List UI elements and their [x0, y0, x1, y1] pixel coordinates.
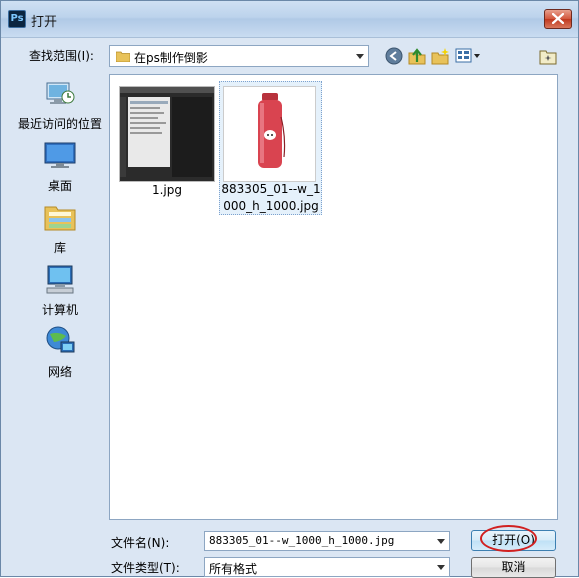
window-title: 打开 — [31, 15, 58, 30]
filetype-label: 文件类型(T): — [111, 561, 180, 575]
place-libraries[interactable]: 库 — [15, 201, 105, 256]
look-in-value: 在ps制作倒影 — [134, 51, 208, 65]
up-folder-icon[interactable] — [408, 47, 426, 65]
filetype-select[interactable]: 所有格式 — [204, 557, 450, 577]
desktop-icon — [44, 142, 76, 168]
cancel-button[interactable]: 取消 — [471, 557, 556, 578]
highlight-annotation — [480, 525, 537, 552]
chevron-down-icon[interactable] — [437, 565, 445, 570]
place-recent[interactable]: 最近访问的位置 — [15, 77, 105, 132]
open-dialog: Ps 打开 查找范围(I): 在ps制作倒影 最近访问的位置 桌面 库 计算机 … — [0, 0, 579, 578]
close-icon — [552, 13, 564, 24]
place-desktop[interactable]: 桌面 — [15, 139, 105, 194]
new-folder-icon[interactable] — [431, 47, 449, 65]
file-thumbnail — [119, 86, 215, 182]
place-label: 网络 — [47, 365, 72, 379]
filename-input[interactable]: 883305_01--w_1000_h_1000.jpg — [204, 531, 450, 551]
place-label: 库 — [53, 241, 66, 255]
network-icon — [46, 326, 75, 353]
back-icon[interactable] — [385, 47, 403, 65]
filename-value: 883305_01--w_1000_h_1000.jpg — [209, 534, 395, 547]
file-name: 883305_01--w_1000_h_1000.jpg — [221, 182, 321, 213]
photoshop-app-icon: Ps — [8, 10, 26, 28]
place-label: 计算机 — [41, 303, 78, 317]
preview-icon[interactable] — [539, 47, 557, 65]
chevron-down-icon[interactable] — [437, 539, 445, 544]
folder-icon — [116, 51, 130, 62]
file-thumbnail — [223, 86, 316, 182]
place-label: 最近访问的位置 — [17, 117, 102, 131]
look-in-label: 查找范围(I): — [29, 49, 94, 63]
computer-icon — [46, 265, 74, 294]
filetype-value: 所有格式 — [209, 562, 258, 576]
libraries-icon — [44, 206, 76, 231]
title-bar[interactable]: Ps 打开 — [1, 1, 578, 38]
place-label: 桌面 — [47, 179, 72, 193]
place-network[interactable]: 网络 — [15, 325, 105, 380]
look-in-dropdown[interactable]: 在ps制作倒影 — [109, 45, 369, 67]
file-name: 1.jpg — [151, 183, 183, 197]
place-computer[interactable]: 计算机 — [15, 263, 105, 318]
views-menu-icon[interactable] — [455, 47, 481, 65]
chevron-down-icon[interactable] — [356, 54, 364, 59]
filename-label: 文件名(N): — [111, 536, 170, 550]
recent-places-icon — [46, 82, 75, 104]
file-list[interactable]: 1.jpg 883305_01--w_1000_h_1000.jpg — [109, 74, 558, 520]
close-button[interactable] — [544, 9, 572, 29]
